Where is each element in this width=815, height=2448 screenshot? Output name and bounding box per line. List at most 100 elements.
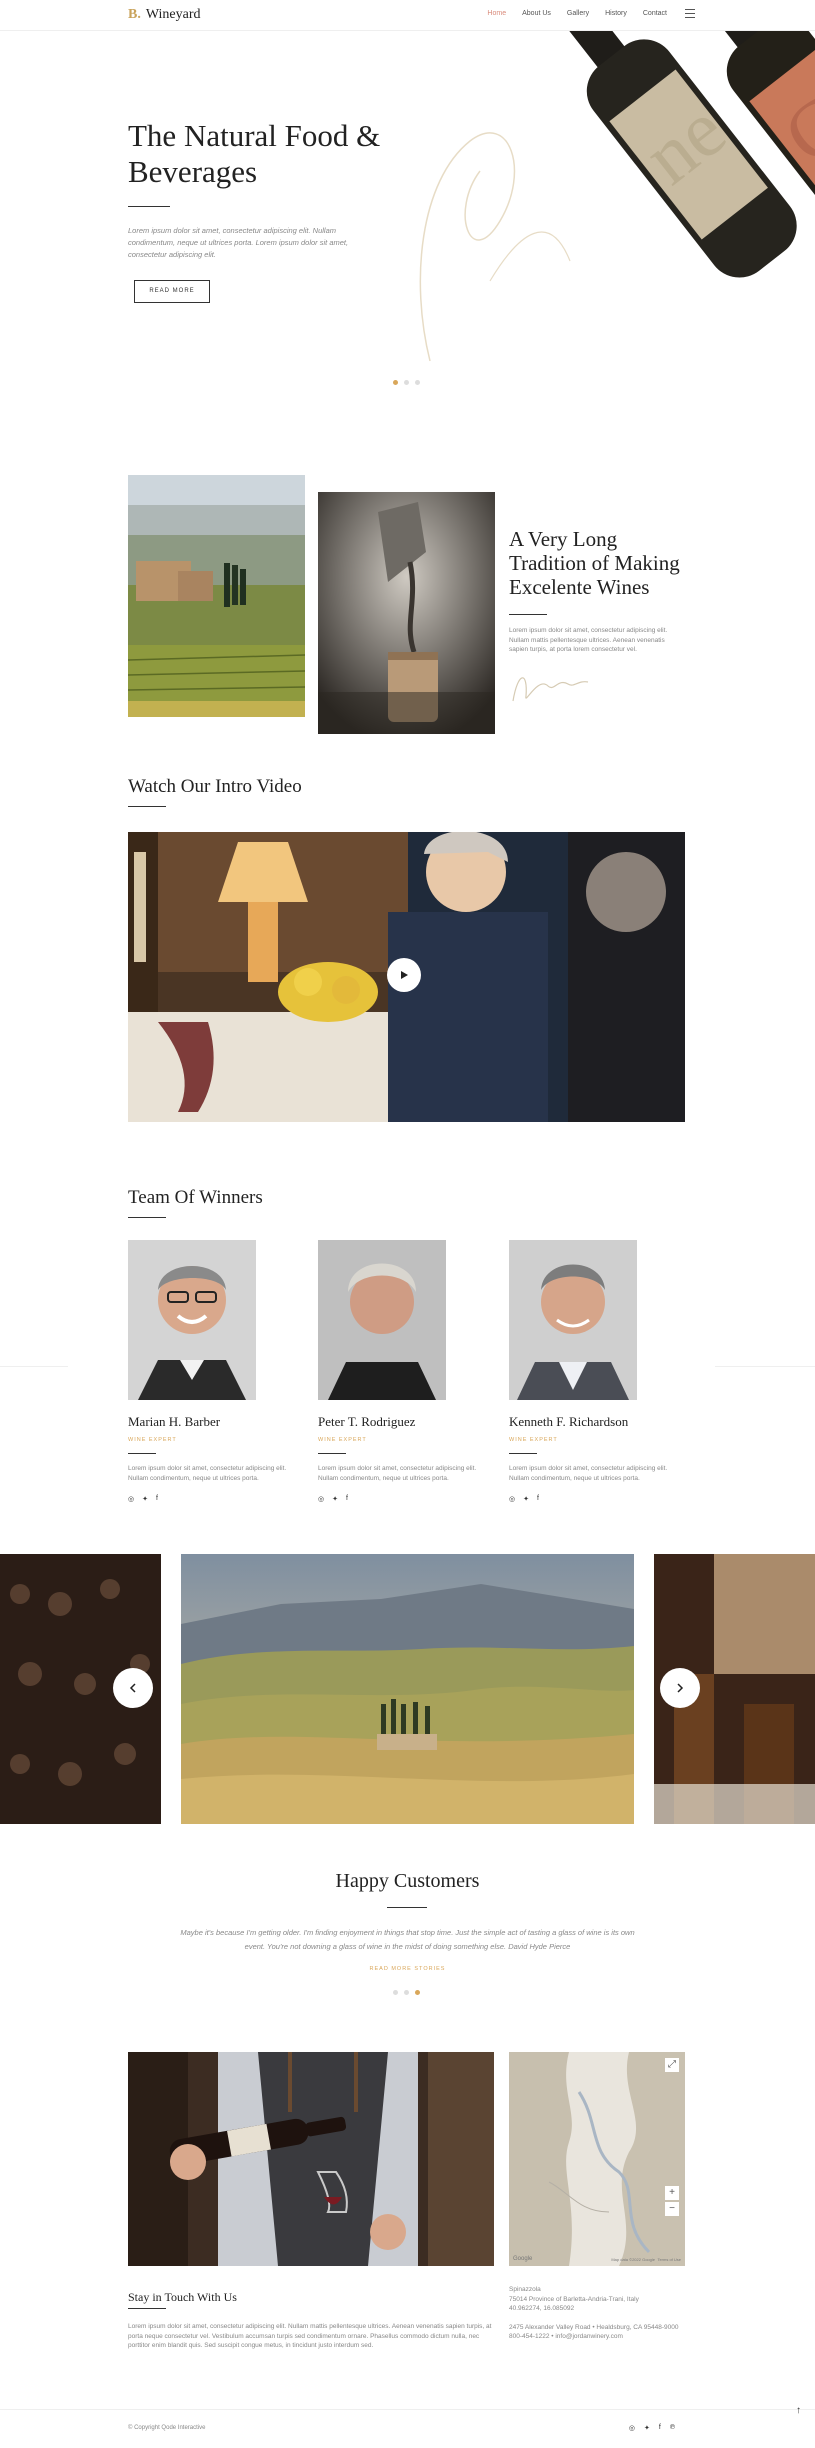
member-role: WINE EXPERT — [509, 1437, 558, 1443]
map-attribution: Map data ©2022 Google — [611, 2257, 655, 2262]
facebook-icon[interactable]: f — [346, 1495, 348, 1503]
nav-history[interactable]: History — [605, 10, 627, 17]
hero-divider — [128, 206, 170, 207]
carousel-slide-tuscany-landscape — [181, 1554, 634, 1824]
read-more-stories-link[interactable]: READ MORE STORIES — [0, 1966, 815, 1972]
address-block: Spinazzola 75014 Province of Barletta-An… — [509, 2285, 689, 2351]
logo[interactable]: B. Wineyard — [128, 7, 200, 23]
slider-dot[interactable] — [404, 1990, 409, 1995]
corkscrew-image — [318, 492, 495, 734]
pinterest-icon[interactable]: ℗ — [670, 2424, 675, 2432]
map-google-logo: Google — [513, 2256, 533, 2262]
member-photo — [128, 1240, 256, 1400]
hamburger-icon[interactable] — [685, 9, 695, 18]
hero-slider-dots — [393, 380, 420, 385]
team-member-card: Marian H. Barber WINE EXPERT Lorem ipsum… — [128, 1240, 308, 1503]
member-role: WINE EXPERT — [128, 1437, 177, 1443]
testimonial-quote: Maybe it's because I'm getting older. I'… — [180, 1928, 635, 1951]
back-to-top-button[interactable]: ↑ — [796, 2405, 801, 2416]
contact-text: Lorem ipsum dolor sit amet, consectetur … — [128, 2323, 492, 2349]
copyright-text: © Copyright Qode Interactive — [128, 2425, 206, 2431]
footer-socials: ◎ ✦ f ℗ — [629, 2424, 675, 2432]
member-photo — [318, 1240, 446, 1400]
play-icon — [401, 971, 408, 979]
slider-dot[interactable] — [393, 380, 398, 385]
member-photo — [509, 1240, 637, 1400]
map-zoom-in-button[interactable]: + — [665, 2186, 679, 2200]
slider-dot[interactable] — [393, 1990, 398, 1995]
twitter-icon[interactable]: ✦ — [142, 1495, 148, 1503]
team-member-card: Kenneth F. Richardson WINE EXPERT Lorem … — [509, 1240, 689, 1503]
nav-home[interactable]: Home — [487, 10, 506, 17]
nav-gallery[interactable]: Gallery — [567, 10, 589, 17]
wine-bottles-illustration: ne Ci — [419, 31, 815, 362]
member-name: Marian H. Barber — [128, 1414, 221, 1429]
facebook-icon[interactable]: f — [659, 2424, 661, 2432]
carousel-next-button[interactable] — [660, 1668, 700, 1708]
instagram-icon[interactable]: ◎ — [509, 1495, 515, 1503]
address-line: 75014 Province of Barletta-Andria-Trani,… — [509, 2295, 639, 2303]
contact-divider — [128, 2308, 166, 2309]
testimonials-divider — [387, 1907, 427, 1908]
facebook-icon[interactable]: f — [156, 1495, 158, 1503]
video-divider — [128, 806, 166, 807]
twitter-icon[interactable]: ✦ — [644, 2424, 650, 2432]
member-bio: Lorem ipsum dolor sit amet, consectetur … — [128, 1465, 287, 1482]
team-divider — [128, 1217, 166, 1218]
member-socials: ◎ ✦ f — [128, 1495, 308, 1503]
member-divider — [318, 1453, 346, 1454]
member-bio: Lorem ipsum dolor sit amet, consectetur … — [509, 1465, 668, 1482]
hero-text: Lorem ipsum dolor sit amet, consectetur … — [128, 226, 349, 259]
signature-image — [508, 666, 598, 712]
member-name: Kenneth F. Richardson — [509, 1414, 629, 1429]
hero-bottles-image: ne Ci — [390, 31, 815, 391]
contact-line: 2475 Alexander Valley Road • Healdsburg,… — [509, 2323, 679, 2331]
member-name: Peter T. Rodriguez — [318, 1414, 416, 1429]
slider-dot[interactable] — [415, 380, 420, 385]
video-title: Watch Our Intro Video — [128, 776, 302, 797]
address-lines: Spinazzola 75014 Province of Barletta-An… — [509, 2285, 689, 2314]
team-side-line — [715, 1366, 815, 1367]
team-side-line — [0, 1366, 68, 1367]
tradition-divider — [509, 614, 547, 615]
address-line: Spinazzola — [509, 2286, 541, 2293]
hero-title: The Natural Food & Beverages — [128, 118, 381, 189]
logo-text: Wineyard — [145, 7, 201, 22]
member-divider — [509, 1453, 537, 1454]
chevron-right-icon — [677, 1683, 684, 1693]
twitter-icon[interactable]: ✦ — [523, 1495, 529, 1503]
member-socials: ◎ ✦ f — [509, 1495, 689, 1503]
tradition-title: A Very Long Tradition of Making Excelent… — [509, 527, 680, 599]
facebook-icon[interactable]: f — [537, 1495, 539, 1503]
site-header: B. Wineyard Home About Us Gallery Histor… — [0, 0, 815, 31]
play-button[interactable] — [387, 958, 421, 992]
contact-line[interactable]: 800-454-1222 • info@jordanwinery.com — [509, 2332, 689, 2342]
member-bio: Lorem ipsum dolor sit amet, consectetur … — [318, 1465, 477, 1482]
testimonials-title: Happy Customers — [335, 1870, 480, 1892]
sommelier-pouring-image — [128, 2052, 494, 2266]
twitter-icon[interactable]: ✦ — [332, 1495, 338, 1503]
instagram-icon[interactable]: ◎ — [629, 2424, 635, 2432]
read-more-button[interactable]: READ MORE — [134, 280, 210, 303]
map-fullscreen-button[interactable]: ⤢ — [665, 2058, 679, 2072]
footer-divider — [0, 2409, 815, 2410]
slider-dot[interactable] — [404, 380, 409, 385]
address-line: 40.962274, 16.085092 — [509, 2305, 575, 2312]
logo-mark: B. — [128, 7, 141, 22]
tradition-text: Lorem ipsum dolor sit amet, consectetur … — [509, 627, 668, 653]
slider-dot[interactable] — [415, 1990, 420, 1995]
instagram-icon[interactable]: ◎ — [318, 1495, 324, 1503]
chevron-left-icon — [129, 1683, 136, 1693]
nav-contact[interactable]: Contact — [643, 10, 667, 17]
contact-lines: 2475 Alexander Valley Road • Healdsburg,… — [509, 2323, 689, 2342]
member-role: WINE EXPERT — [318, 1437, 367, 1443]
contact-title: Stay in Touch With Us — [128, 2290, 237, 2304]
map-zoom-out-button[interactable]: − — [665, 2202, 679, 2216]
team-title: Team Of Winners — [128, 1187, 263, 1208]
location-map[interactable]: ⤢ + − Google Map data ©2022 Google Terms… — [509, 2052, 685, 2266]
map-terms-link[interactable]: Terms of Use — [657, 2257, 681, 2262]
nav-about-us[interactable]: About Us — [522, 10, 551, 17]
carousel-prev-button[interactable] — [113, 1668, 153, 1708]
member-socials: ◎ ✦ f — [318, 1495, 498, 1503]
instagram-icon[interactable]: ◎ — [128, 1495, 134, 1503]
